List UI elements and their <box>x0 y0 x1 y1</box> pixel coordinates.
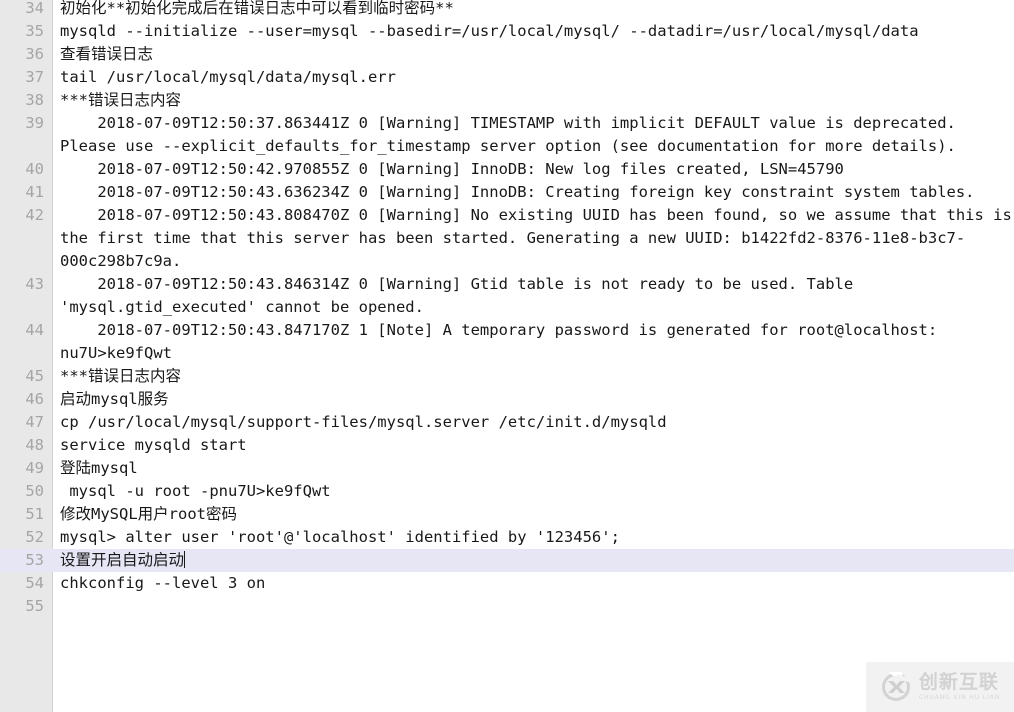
line-number: 49 <box>25 459 44 477</box>
code-line-row[interactable]: 40 2018-07-09T12:50:42.970855Z 0 [Warnin… <box>0 158 1014 181</box>
code-line-text[interactable]: 启动mysql服务 <box>53 388 1014 411</box>
line-number: 36 <box>25 45 44 63</box>
code-line-row[interactable]: 53 设置开启自动启动 <box>0 549 1014 572</box>
line-number: 51 <box>25 505 44 523</box>
code-line-row[interactable]: 38 ***错误日志内容 <box>0 89 1014 112</box>
code-line-text[interactable]: 2018-07-09T12:50:37.863441Z 0 [Warning] … <box>53 112 1014 158</box>
code-line-text[interactable]: ***错误日志内容 <box>53 365 1014 388</box>
line-number: 37 <box>25 68 44 86</box>
line-number: 48 <box>25 436 44 454</box>
code-line-text[interactable]: mysql -u root -pnu7U>ke9fQwt <box>53 480 1014 503</box>
line-number: 43 <box>25 275 44 293</box>
code-line-row[interactable]: 52 mysql> alter user 'root'@'localhost' i… <box>0 526 1014 549</box>
code-line-list[interactable]: 34 初始化**初始化完成后在错误日志中可以看到临时密码** 35 mysqld --… <box>0 0 1014 618</box>
code-line-text[interactable]: tail /usr/local/mysql/data/mysql.err <box>53 66 1014 89</box>
code-line-row[interactable]: 48 service mysqld start <box>0 434 1014 457</box>
code-line-row[interactable]: 41 2018-07-09T12:50:43.636234Z 0 [Warnin… <box>0 181 1014 204</box>
line-number: 44 <box>25 321 44 339</box>
line-number: 55 <box>25 597 44 615</box>
line-number: 52 <box>25 528 44 546</box>
code-line-text[interactable]: 2018-07-09T12:50:43.846314Z 0 [Warning] … <box>53 273 1014 319</box>
line-number: 45 <box>25 367 44 385</box>
watermark-brand-en: CHUANG XIN HU LIAN <box>918 694 1001 701</box>
code-line-row[interactable]: 49 登陆mysql <box>0 457 1014 480</box>
code-line-row[interactable]: 39 2018-07-09T12:50:37.863441Z 0 [Warnin… <box>0 112 1014 158</box>
line-number: 39 <box>25 114 44 132</box>
code-line-text[interactable]: 2018-07-09T12:50:43.847170Z 1 [Note] A t… <box>53 319 1014 365</box>
code-line-row[interactable]: 51 修改MySQL用户root密码 <box>0 503 1014 526</box>
code-line-row[interactable]: 44 2018-07-09T12:50:43.847170Z 1 [Note] … <box>0 319 1014 365</box>
line-number: 41 <box>25 183 44 201</box>
code-line-row[interactable]: 34 初始化**初始化完成后在错误日志中可以看到临时密码** <box>0 0 1014 20</box>
code-line-text[interactable]: ***错误日志内容 <box>53 89 1014 112</box>
code-line-row[interactable]: 35 mysqld --initialize --user=mysql --bas… <box>0 20 1014 43</box>
code-line-row[interactable]: 50 mysql -u root -pnu7U>ke9fQwt <box>0 480 1014 503</box>
code-line-row[interactable]: 37 tail /usr/local/mysql/data/mysql.err <box>0 66 1014 89</box>
code-line-row[interactable]: 55 <box>0 595 1014 618</box>
code-line-text[interactable]: 修改MySQL用户root密码 <box>53 503 1014 526</box>
code-line-text[interactable]: 2018-07-09T12:50:43.808470Z 0 [Warning] … <box>53 204 1014 273</box>
code-line-text[interactable]: 初始化**初始化完成后在错误日志中可以看到临时密码** <box>53 0 1014 20</box>
code-line-text[interactable]: 设置开启自动启动 <box>53 549 1014 572</box>
line-number: 42 <box>25 206 44 224</box>
code-line-text[interactable]: 查看错误日志 <box>53 43 1014 66</box>
code-line-row[interactable]: 46 启动mysql服务 <box>0 388 1014 411</box>
code-line-row[interactable]: 43 2018-07-09T12:50:43.846314Z 0 [Warnin… <box>0 273 1014 319</box>
line-number: 40 <box>25 160 44 178</box>
code-line-row[interactable]: 45 ***错误日志内容 <box>0 365 1014 388</box>
watermark-text: 创新互联 CHUANG XIN HU LIAN <box>919 673 1000 701</box>
line-number: 50 <box>25 482 44 500</box>
line-number: 53 <box>0 549 53 572</box>
code-line-text[interactable]: service mysqld start <box>53 434 1014 457</box>
code-line-text[interactable]: mysql> alter user 'root'@'localhost' ide… <box>53 526 1014 549</box>
line-number: 46 <box>25 390 44 408</box>
code-line-text[interactable]: 2018-07-09T12:50:43.636234Z 0 [Warning] … <box>53 181 1014 204</box>
code-line-text[interactable]: 2018-07-09T12:50:42.970855Z 0 [Warning] … <box>53 158 1014 181</box>
code-line-text[interactable]: mysqld --initialize --user=mysql --based… <box>53 20 1014 43</box>
line-number: 47 <box>25 413 44 431</box>
code-line-row[interactable]: 42 2018-07-09T12:50:43.808470Z 0 [Warnin… <box>0 204 1014 273</box>
watermark-brand-cn: 创新互联 <box>918 671 999 693</box>
watermark: 创新互联 CHUANG XIN HU LIAN <box>866 662 1014 712</box>
line-number: 34 <box>25 0 44 17</box>
line-number: 54 <box>25 574 44 592</box>
code-line-text[interactable]: 登陆mysql <box>53 457 1014 480</box>
code-editor[interactable]: 34 初始化**初始化完成后在错误日志中可以看到临时密码** 35 mysqld --… <box>0 0 1014 712</box>
code-line-row[interactable]: 54 chkconfig --level 3 on <box>0 572 1014 595</box>
line-number: 35 <box>25 22 44 40</box>
circle-x-logo-icon <box>881 672 911 701</box>
code-line-text[interactable]: cp /usr/local/mysql/support-files/mysql.… <box>53 411 1014 434</box>
line-number: 38 <box>25 91 44 109</box>
code-line-row[interactable]: 47 cp /usr/local/mysql/support-files/mysq… <box>0 411 1014 434</box>
code-line-row[interactable]: 36 查看错误日志 <box>0 43 1014 66</box>
code-line-text[interactable]: chkconfig --level 3 on <box>53 572 1014 595</box>
